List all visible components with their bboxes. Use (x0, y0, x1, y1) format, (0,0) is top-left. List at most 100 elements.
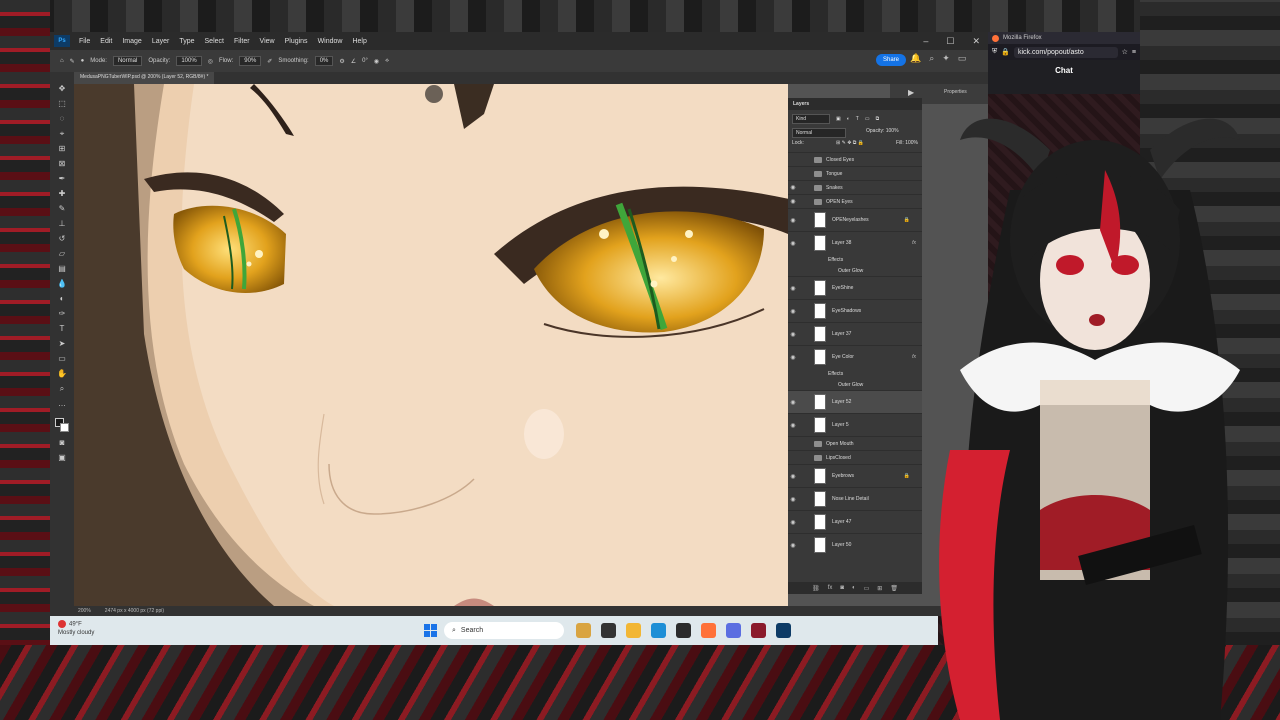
document-tab[interactable]: MedusaPNGTuberWIP.psd @ 200% (Layer 52, … (74, 72, 215, 84)
document-info[interactable]: 2474 px x 4000 px (72 ppi) (105, 608, 164, 614)
zoom-tool-icon[interactable]: ⌕ (56, 384, 68, 393)
widget-app-icon[interactable] (576, 623, 591, 638)
menu-view[interactable]: View (255, 38, 280, 45)
menu-window[interactable]: Window (313, 38, 348, 45)
hand-tool-icon[interactable]: ✋ (56, 369, 68, 378)
app-icon[interactable] (751, 623, 766, 638)
new-group-icon[interactable]: ▭ (864, 585, 870, 592)
eye-icon[interactable]: ◉ (788, 399, 798, 406)
eraser-tool-icon[interactable]: ▱ (56, 249, 68, 258)
eyedropper-tool-icon[interactable]: ✒ (56, 174, 68, 183)
angle-input[interactable]: 0° (362, 58, 368, 64)
bookmark-star-icon[interactable]: ☆ (1122, 48, 1128, 56)
rectangle-tool-icon[interactable]: ▭ (56, 354, 68, 363)
menu-type[interactable]: Type (174, 38, 199, 45)
obs-icon[interactable] (676, 623, 691, 638)
share-button[interactable]: Share (876, 54, 907, 66)
lasso-tool-icon[interactable]: ◌ (56, 114, 68, 123)
pen-tool-icon[interactable]: ✑ (56, 309, 68, 318)
hamburger-menu-icon[interactable]: ≡ (1132, 49, 1136, 56)
photoshop-icon[interactable] (776, 623, 791, 638)
home-icon[interactable]: ⌂ (60, 58, 64, 64)
eye-icon[interactable]: ◉ (788, 184, 798, 191)
quick-mask-icon[interactable]: ◙ (56, 438, 68, 447)
color-swatches[interactable] (55, 418, 69, 432)
discover-icon[interactable]: ✦ (942, 53, 950, 64)
background-color-swatch[interactable] (60, 423, 69, 432)
layer-kind-select[interactable]: Kind (792, 114, 830, 124)
minimize-icon[interactable]: – (923, 36, 928, 46)
add-mask-icon[interactable]: ◙ (840, 585, 844, 591)
angle-icon[interactable]: ∠ (351, 58, 356, 65)
eye-icon[interactable]: ◉ (788, 473, 798, 480)
more-tools-icon[interactable]: … (56, 399, 68, 408)
shield-icon[interactable]: ⛨ (992, 48, 997, 56)
smoothing-input[interactable]: 0% (314, 56, 334, 66)
menu-filter[interactable]: Filter (229, 38, 255, 45)
object-select-tool-icon[interactable]: ⌖ (56, 129, 68, 138)
filter-adjust-icon[interactable]: ◐ (847, 116, 850, 122)
mode-select[interactable]: Normal (112, 56, 143, 66)
crop-tool-icon[interactable]: ⊞ (56, 144, 68, 153)
dodge-tool-icon[interactable]: ◐ (56, 294, 68, 303)
eye-icon[interactable]: ◉ (788, 354, 798, 361)
edge-icon[interactable] (651, 623, 666, 638)
filter-pixel-icon[interactable]: ▣ (836, 116, 841, 122)
eye-icon[interactable]: ◉ (788, 308, 798, 315)
path-select-icon[interactable]: ➤ (56, 339, 68, 348)
blend-mode-select[interactable]: Normal (792, 128, 846, 138)
eye-icon[interactable]: ◉ (788, 198, 798, 205)
menu-plugins[interactable]: Plugins (280, 38, 313, 45)
address-field[interactable]: kick.com/popout/asto (1013, 46, 1118, 58)
lock-icons[interactable]: ⊞ ✎ ✥ ⧉ 🔒 (836, 140, 864, 146)
link-layers-icon[interactable]: ⛓ (812, 585, 820, 592)
history-brush-icon[interactable]: ↺ (56, 234, 68, 243)
smoothing-settings-icon[interactable]: ⚙ (339, 58, 344, 65)
eye-icon[interactable]: ◉ (788, 519, 798, 526)
menu-edit[interactable]: Edit (95, 38, 117, 45)
close-icon[interactable]: ✕ (972, 36, 980, 47)
symmetry-icon[interactable]: ⟡ (385, 58, 389, 65)
task-view-icon[interactable] (601, 623, 616, 638)
filter-shape-icon[interactable]: ▭ (865, 116, 870, 122)
eye-icon[interactable]: ◉ (788, 422, 798, 429)
eye-icon[interactable]: ◉ (788, 496, 798, 503)
eye-icon[interactable]: ◉ (788, 285, 798, 292)
filter-type-icon[interactable]: T (856, 116, 859, 122)
maximize-icon[interactable]: ☐ (946, 36, 954, 47)
eye-icon[interactable]: ◉ (788, 240, 798, 247)
airbrush-icon[interactable]: ✐ (267, 58, 272, 65)
search-icon[interactable]: ⌕ (929, 53, 934, 64)
marquee-tool-icon[interactable]: ⬚ (56, 99, 68, 108)
pressure-size-icon[interactable]: ◉ (374, 58, 379, 65)
menu-file[interactable]: File (74, 38, 95, 45)
brush-preset-icon[interactable]: ● (81, 58, 85, 64)
file-explorer-icon[interactable] (626, 623, 641, 638)
screen-mode-icon[interactable]: ▣ (56, 453, 68, 462)
flow-input[interactable]: 90% (239, 56, 262, 66)
eye-icon[interactable]: ◉ (788, 331, 798, 338)
weather-widget[interactable]: 49°F Mostly cloudy (58, 620, 94, 637)
firefox-icon[interactable] (701, 623, 716, 638)
filter-smart-icon[interactable]: ⧉ (876, 116, 880, 122)
menu-image[interactable]: Image (117, 38, 146, 45)
adjustment-layer-icon[interactable]: ◐ (852, 585, 856, 591)
menu-help[interactable]: Help (347, 38, 371, 45)
taskbar-search[interactable]: ⌕ Search (444, 622, 564, 639)
zoom-level[interactable]: 200% (78, 608, 91, 614)
healing-brush-icon[interactable]: ✚ (56, 189, 68, 198)
blur-tool-icon[interactable]: 💧 (56, 279, 68, 288)
gradient-tool-icon[interactable]: ▤ (56, 264, 68, 273)
windows-start-icon[interactable] (424, 624, 437, 637)
pressure-opacity-icon[interactable]: ◎ (208, 58, 213, 65)
workspace-icon[interactable]: ▭ (958, 53, 967, 64)
clone-stamp-icon[interactable]: ⊥ (56, 219, 68, 228)
menu-layer[interactable]: Layer (147, 38, 175, 45)
artwork-canvas[interactable] (74, 84, 788, 606)
move-tool-icon[interactable]: ✥ (56, 84, 68, 93)
type-tool-icon[interactable]: T (56, 324, 68, 333)
brush-tool-icon[interactable]: ✎ (70, 58, 75, 65)
notifications-icon[interactable]: 🔔 (910, 53, 921, 64)
discord-icon[interactable] (726, 623, 741, 638)
opacity-input[interactable]: 100% (176, 56, 202, 66)
